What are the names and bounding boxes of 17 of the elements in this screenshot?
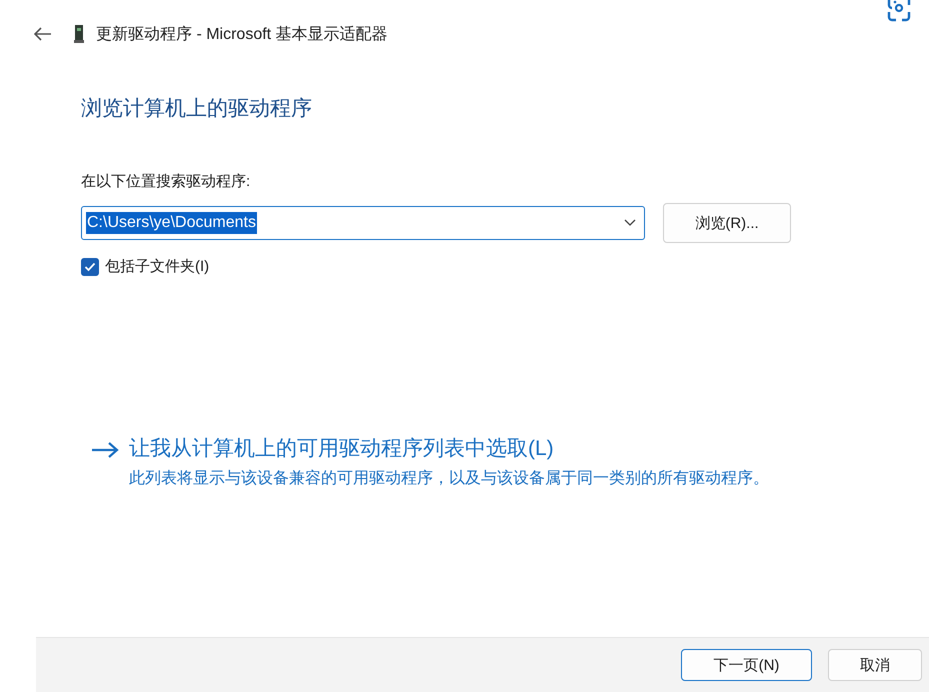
browse-button[interactable]: 浏览(R)... [663, 203, 791, 243]
checkmark-icon [84, 262, 96, 272]
include-subfolders-label: 包括子文件夹(I) [105, 257, 210, 276]
device-icon [74, 25, 84, 43]
back-arrow-icon[interactable] [34, 27, 52, 41]
cancel-button[interactable]: 取消 [828, 649, 922, 681]
dropdown-caret-icon [624, 219, 636, 227]
page-heading: 浏览计算机上的驱动程序 [81, 96, 313, 122]
scan-icon[interactable] [886, 0, 912, 22]
search-location-label: 在以下位置搜索驱动程序: [81, 172, 252, 191]
path-combo-box[interactable]: C:\Users\ye\Documents [81, 206, 645, 240]
next-button[interactable]: 下一页(N) [681, 649, 812, 681]
include-subfolders-checkbox[interactable] [81, 258, 99, 276]
window-title: 更新驱动程序 - Microsoft 基本显示适配器 [96, 24, 388, 44]
driver-list-description: 此列表将显示与该设备兼容的可用驱动程序，以及与该设备属于同一类别的所有驱动程序。 [129, 468, 770, 489]
right-arrow-icon [91, 441, 119, 459]
driver-list-link[interactable]: 让我从计算机上的可用驱动程序列表中选取(L) [129, 437, 554, 460]
